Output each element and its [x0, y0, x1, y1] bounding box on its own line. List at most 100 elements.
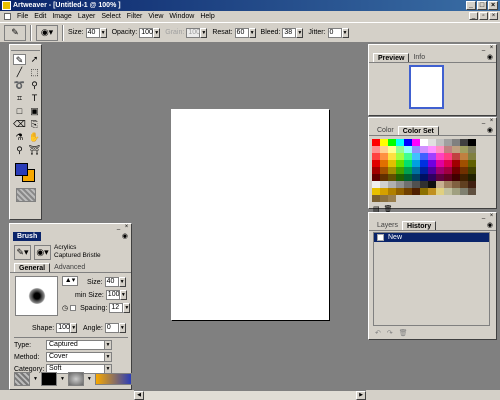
navigator-thumbnail[interactable]: [409, 65, 444, 109]
color-swatch[interactable]: [420, 174, 428, 181]
color-swatch[interactable]: [396, 167, 404, 174]
color-swatch[interactable]: [420, 139, 428, 146]
color-swatch[interactable]: [396, 160, 404, 167]
color-swatch[interactable]: [412, 174, 420, 181]
color-swatch[interactable]: [412, 146, 420, 153]
color-swatch[interactable]: [380, 181, 388, 188]
color-swatch[interactable]: [452, 153, 460, 160]
line-icon[interactable]: ╱: [13, 67, 26, 78]
tab-layers[interactable]: Layers: [373, 221, 402, 230]
brush-size-dropdown[interactable]: ▼: [118, 277, 126, 287]
tab-history[interactable]: History: [402, 221, 437, 230]
color-swatch[interactable]: [372, 153, 380, 160]
color-swatch[interactable]: [388, 188, 396, 195]
color-swatch[interactable]: [380, 167, 388, 174]
angle-input[interactable]: 0: [104, 323, 119, 333]
color-swatch[interactable]: [428, 167, 436, 174]
color-swatch[interactable]: [396, 181, 404, 188]
menu-layer[interactable]: Layer: [78, 11, 96, 22]
color-swatch[interactable]: [460, 181, 468, 188]
color-swatch[interactable]: [412, 188, 420, 195]
brush-category-button[interactable]: ✎▾: [14, 244, 31, 260]
doc-close-button[interactable]: ×: [489, 12, 498, 20]
color-swatch[interactable]: [372, 195, 380, 202]
color-swatch[interactable]: [388, 195, 396, 202]
color-swatch[interactable]: [420, 181, 428, 188]
color-swatch[interactable]: [436, 160, 444, 167]
paper-texture-swatch[interactable]: [14, 372, 30, 386]
color-swatch[interactable]: [444, 153, 452, 160]
color-swatch[interactable]: [460, 167, 468, 174]
color-swatch[interactable]: [412, 153, 420, 160]
color-swatch[interactable]: [428, 174, 436, 181]
color-swatch[interactable]: [372, 181, 380, 188]
brush-shape-dropdown[interactable]: ▲▾: [62, 276, 78, 286]
tab-advanced[interactable]: Advanced: [50, 263, 89, 272]
redo-icon[interactable]: ↷: [387, 329, 393, 337]
panel-minimize-icon[interactable]: _: [480, 213, 487, 220]
brush-variant-button[interactable]: ◉▾: [34, 244, 51, 260]
menu-image[interactable]: Image: [52, 11, 71, 22]
color-swatch[interactable]: [388, 174, 396, 181]
preview-panel-caption[interactable]: _ ×: [369, 45, 496, 53]
color-swatch[interactable]: [396, 139, 404, 146]
jitter-dropdown[interactable]: ▼: [341, 27, 349, 38]
chevron-down-icon[interactable]: ▼: [33, 376, 38, 382]
color-swatch[interactable]: [404, 153, 412, 160]
jitter-input[interactable]: 0: [327, 27, 342, 38]
color-swatch[interactable]: [468, 174, 476, 181]
color-swatch[interactable]: [420, 146, 428, 153]
color-swatch[interactable]: [380, 174, 388, 181]
color-swatch[interactable]: [428, 153, 436, 160]
color-swatch[interactable]: [452, 139, 460, 146]
color-swatch[interactable]: [444, 167, 452, 174]
color-swatch[interactable]: [396, 153, 404, 160]
color-swatch[interactable]: [444, 139, 452, 146]
document-icon[interactable]: [4, 13, 11, 20]
panel-menu-icon[interactable]: ◉: [487, 53, 493, 62]
color-swatch[interactable]: [388, 160, 396, 167]
pattern-swatch[interactable]: [40, 372, 57, 386]
horizontal-scrollbar[interactable]: ◀ ▶: [134, 390, 366, 400]
color-swatch[interactable]: [404, 139, 412, 146]
foreground-color[interactable]: [15, 163, 28, 176]
color-swatch[interactable]: [468, 160, 476, 167]
undo-icon[interactable]: ↶: [375, 329, 381, 337]
color-swatch[interactable]: [428, 139, 436, 146]
color-swatch[interactable]: [460, 153, 468, 160]
resat-input[interactable]: 60: [234, 27, 249, 38]
spacing-checkbox[interactable]: [70, 305, 77, 311]
color-swatch[interactable]: [436, 174, 444, 181]
color-swatch[interactable]: [388, 146, 396, 153]
color-swatch[interactable]: [468, 139, 476, 146]
color-swatch[interactable]: [404, 146, 412, 153]
minimize-button[interactable]: _: [466, 1, 476, 10]
bleed-input[interactable]: 38: [282, 27, 297, 38]
panel-minimize-icon[interactable]: _: [480, 45, 487, 52]
color-swatch[interactable]: [444, 188, 452, 195]
color-swatch[interactable]: [436, 181, 444, 188]
color-swatch[interactable]: [404, 181, 412, 188]
move-arrow-icon[interactable]: ➚: [28, 54, 41, 65]
magic-wand-icon[interactable]: ⚲: [28, 80, 41, 91]
color-swatch[interactable]: [436, 139, 444, 146]
color-swatch[interactable]: [436, 188, 444, 195]
chevron-down-icon[interactable]: ▼: [60, 376, 65, 382]
color-swatch[interactable]: [412, 139, 420, 146]
clone-icon[interactable]: ⎘: [28, 119, 41, 130]
color-swatch[interactable]: [468, 188, 476, 195]
brush-panel-caption[interactable]: _ ×: [10, 224, 131, 232]
crop-icon[interactable]: ⌗: [13, 93, 26, 104]
color-swatch[interactable]: [452, 167, 460, 174]
color-swatch[interactable]: [460, 160, 468, 167]
color-swatch[interactable]: [412, 160, 420, 167]
color-swatch[interactable]: [404, 160, 412, 167]
color-panel-caption[interactable]: _ ×: [369, 118, 496, 126]
eyedropper-icon[interactable]: ⚗: [13, 132, 26, 143]
menu-window[interactable]: Window: [169, 11, 194, 22]
zoom-icon[interactable]: ⚲: [13, 145, 26, 156]
color-swatch[interactable]: [428, 181, 436, 188]
menu-view[interactable]: View: [148, 11, 163, 22]
menu-help[interactable]: Help: [200, 11, 214, 22]
color-swatch[interactable]: [372, 139, 380, 146]
